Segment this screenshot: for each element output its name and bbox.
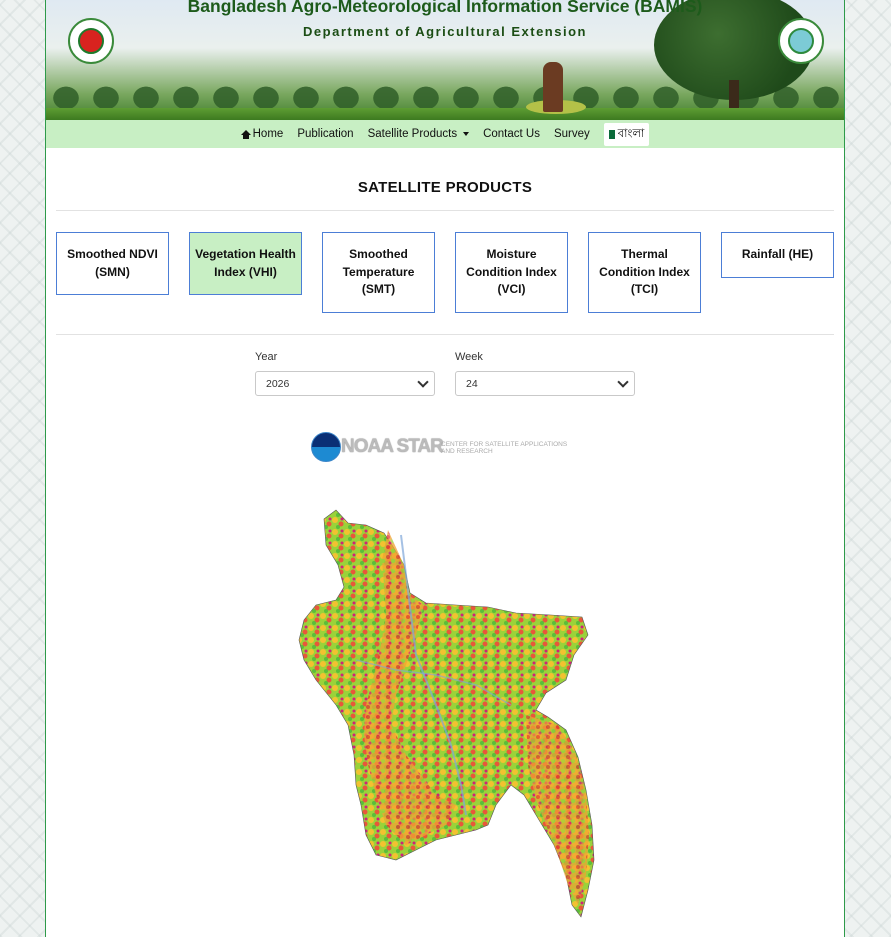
week-select-value: 24 [466, 378, 478, 390]
product-card-smoothed-temperature[interactable]: Smoothed Temperature (SMT) [322, 232, 435, 313]
banner-farmer-image [543, 62, 563, 112]
nav-item-contact-us[interactable]: Contact Us [483, 128, 540, 140]
page-title: SATELLITE PRODUCTS [357, 179, 533, 196]
site-subtitle: Department of Agricultural Extension [303, 24, 587, 39]
product-card-rainfall[interactable]: Rainfall (HE) [721, 232, 834, 278]
nav-item-satellite-products[interactable]: Satellite Products [368, 128, 470, 140]
product-card-label: Smoothed NDVI (SMN) [67, 247, 158, 279]
page-container: Bangladesh Agro-Meteorological Informati… [45, 0, 845, 937]
product-card-label: Vegetation Health Index (VHI) [195, 247, 296, 279]
home-icon [240, 129, 251, 139]
language-label: বাংলা [617, 127, 645, 140]
product-card-vhi[interactable]: Vegetation Health Index (VHI) [189, 232, 302, 295]
site-title: Bangladesh Agro-Meteorological Informati… [187, 0, 703, 16]
divider [56, 334, 834, 335]
nav-item-publication-label: Publication [297, 128, 354, 140]
year-select-value: 2026 [266, 378, 290, 390]
product-card-label: Rainfall (HE) [741, 247, 814, 261]
year-label: Year [255, 351, 278, 363]
week-select[interactable]: 24 [455, 371, 635, 396]
week-label: Week [455, 351, 483, 363]
noaa-brand: NOAA STAR [341, 436, 444, 457]
flag-icon [608, 129, 615, 139]
nav-item-contact-us-label: Contact Us [483, 128, 540, 140]
product-card-label: Thermal Condition Index (TCI) [599, 247, 690, 296]
nav-item-survey[interactable]: Survey [554, 128, 590, 140]
nav-item-satellite-products-label: Satellite Products [367, 128, 458, 140]
nav-item-home[interactable]: Home [240, 128, 284, 140]
caret-down-icon [463, 132, 470, 136]
chevron-down-icon [617, 376, 629, 388]
year-select[interactable]: 2026 [255, 371, 435, 396]
product-card-smoothed-ndvi[interactable]: Smoothed NDVI (SMN) [56, 232, 169, 295]
nav-item-home-label: Home [252, 128, 284, 140]
nav-item-publication[interactable]: Publication [297, 128, 353, 140]
banner-tree-trunk [729, 80, 739, 110]
chevron-down-icon [417, 376, 429, 388]
main-navbar: Home Publication Satellite Products Cont… [46, 120, 844, 148]
banner-field [46, 108, 844, 120]
product-card-moisture-condition[interactable]: Moisture Condition Index (VCI) [455, 232, 568, 313]
noaa-emblem-icon [311, 432, 341, 462]
language-toggle-button[interactable]: বাংলা [603, 122, 650, 146]
product-card-thermal-condition[interactable]: Thermal Condition Index (TCI) [588, 232, 701, 313]
noaa-subtitle: CENTER FOR SATELLITE APPLICATIONS AND RE… [441, 441, 568, 455]
vhi-map-image [298, 509, 595, 918]
header-banner: Bangladesh Agro-Meteorological Informati… [46, 0, 844, 120]
product-card-label: Smoothed Temperature (SMT) [342, 247, 415, 296]
product-card-label: Moisture Condition Index (VCI) [466, 247, 557, 296]
noaa-star-logo: NOAA STAR CENTER FOR SATELLITE APPLICATI… [311, 432, 581, 464]
nav-item-survey-label: Survey [553, 128, 590, 140]
divider [56, 210, 834, 211]
